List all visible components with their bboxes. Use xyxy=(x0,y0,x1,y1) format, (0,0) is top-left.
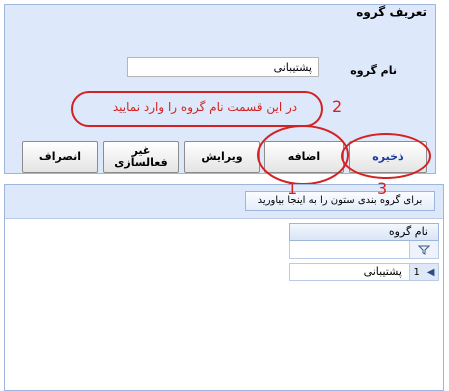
save-ellipse xyxy=(341,133,431,179)
row-indicator: 1 ◀ xyxy=(409,264,438,280)
note-text: در این قسمت نام گروه را وارد نمایید xyxy=(112,100,298,114)
group-by-drop-zone[interactable]: برای گروه بندی ستون را به اینجا بیاورید xyxy=(245,191,435,211)
cancel-button[interactable]: انصراف xyxy=(22,141,98,173)
deactivate-button[interactable]: غیر فعالسازی xyxy=(103,141,179,173)
row-arrow-icon: ◀ xyxy=(426,266,435,278)
panel-title: تعریف گروه xyxy=(356,5,427,19)
group-name-input[interactable]: پشتیبانی xyxy=(127,57,319,77)
group-name-label: نام گروه xyxy=(350,64,397,77)
row-index: 1 xyxy=(413,266,420,278)
table-row[interactable]: 1 ◀ پشتیبانی xyxy=(289,263,439,281)
add-ellipse xyxy=(257,125,349,185)
groups-grid: برای گروه بندی ستون را به اینجا بیاورید … xyxy=(4,179,444,391)
filter-row xyxy=(289,241,439,259)
note-number: 2 xyxy=(332,97,343,116)
column-header-group-name[interactable]: نام گروه xyxy=(289,223,439,241)
row-group-name: پشتیبانی xyxy=(363,265,402,278)
deactivate-label-line2: فعالسازی xyxy=(114,156,168,169)
add-number: 1 xyxy=(287,179,298,198)
save-number: 3 xyxy=(377,179,388,198)
filter-icon[interactable] xyxy=(409,241,438,258)
group-definition-panel: تعریف گروه نام گروه پشتیبانی در این قسمت… xyxy=(4,4,436,185)
edit-button[interactable]: ویرایش xyxy=(184,141,260,173)
